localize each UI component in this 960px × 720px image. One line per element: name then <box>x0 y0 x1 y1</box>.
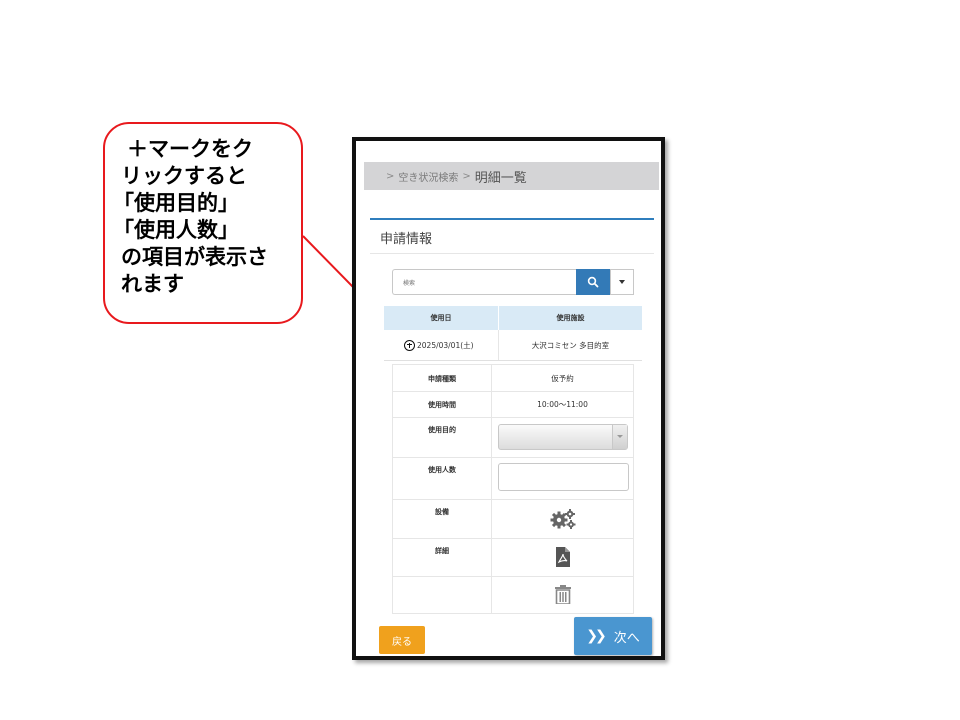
detail-label: 申請種類 <box>428 375 456 383</box>
detail-row-delete <box>393 576 633 613</box>
callout-line-6: れます <box>121 272 184 296</box>
usage-date: 2025/03/01(土) <box>417 340 474 350</box>
people-count-input[interactable] <box>498 463 629 491</box>
detail-row-application-type: 申請種類 仮予約 <box>393 365 633 392</box>
detail-label: 使用時間 <box>428 401 456 409</box>
back-button[interactable]: 戻る <box>379 626 425 654</box>
breadcrumb-link-availability-search[interactable]: 空き状況検索 <box>398 169 458 184</box>
detail-table: 申請種類 仮予約 使用時間 10:00〜11:00 使用目的 使用人数 設備 詳… <box>392 364 634 614</box>
callout-text: ＋マークをク リックすると 「使用目的」 「使用人数」 の項目が表示さ れます <box>113 136 268 298</box>
panel-title: 申請情報 <box>380 232 433 247</box>
detail-row-equipment: 設備 <box>393 499 633 539</box>
phone-screen: > 空き状況検索 > 明細一覧 申請情報 使用日 使用施設 2025/03/01… <box>352 137 665 660</box>
list-header: 使用日 使用施設 <box>384 306 642 330</box>
search-icon <box>587 276 599 288</box>
list-cell-date: 2025/03/01(土) <box>384 330 499 360</box>
trash-icon <box>554 585 571 604</box>
detail-row-usage-time: 使用時間 10:00〜11:00 <box>393 391 633 418</box>
callout-line-4: 「使用人数」 <box>113 218 239 242</box>
detail-label: 使用人数 <box>428 466 456 474</box>
callout-line-1: ＋マークをク <box>127 137 253 161</box>
usage-facility: 大沢コミセン 多目的室 <box>531 340 610 350</box>
column-header-facility: 使用施設 <box>556 314 585 322</box>
callout-line-3: 「使用目的」 <box>113 191 239 215</box>
application-info-panel: 申請情報 使用日 使用施設 2025/03/01(土) 大沢コミセン 多目的室 <box>370 218 654 640</box>
pdf-file-icon <box>555 547 570 567</box>
next-button-label: 次へ <box>613 630 640 646</box>
detail-row-details: 詳細 <box>393 538 633 577</box>
detail-row-people: 使用人数 <box>393 457 633 500</box>
caret-down-icon <box>619 280 625 284</box>
next-button[interactable]: ❯❯ 次へ <box>574 617 652 655</box>
list-row: 2025/03/01(土) 大沢コミセン 多目的室 <box>384 330 642 361</box>
equipment-button[interactable] <box>492 499 633 538</box>
double-chevron-right-icon: ❯❯ <box>586 628 607 644</box>
delete-button[interactable] <box>492 576 633 613</box>
divider <box>370 253 654 254</box>
gears-icon <box>550 508 575 529</box>
search-dropdown-button[interactable] <box>610 269 634 295</box>
plus-circle-icon[interactable] <box>404 339 415 351</box>
breadcrumb-current: 明細一覧 <box>474 170 527 186</box>
purpose-select[interactable] <box>498 424 628 450</box>
application-type-value: 仮予約 <box>551 374 574 383</box>
breadcrumb-separator: > <box>462 170 471 182</box>
breadcrumb: > 空き状況検索 > 明細一覧 <box>364 162 659 190</box>
callout-line-5: の項目が表示さ <box>121 245 268 269</box>
callout-line-2: リックすると <box>121 164 247 188</box>
detail-label: 設備 <box>435 508 449 516</box>
search-field[interactable] <box>392 269 576 296</box>
detail-label: 詳細 <box>435 547 449 555</box>
usage-time-value: 10:00〜11:00 <box>537 400 588 409</box>
details-button[interactable] <box>492 538 633 576</box>
detail-row-purpose: 使用目的 <box>393 417 633 458</box>
column-header-date: 使用日 <box>384 306 499 330</box>
detail-label: 使用目的 <box>428 426 456 434</box>
search-input[interactable] <box>401 271 575 296</box>
breadcrumb-separator: > <box>386 170 395 182</box>
search-button[interactable] <box>576 269 610 295</box>
chevron-down-icon <box>612 425 627 449</box>
